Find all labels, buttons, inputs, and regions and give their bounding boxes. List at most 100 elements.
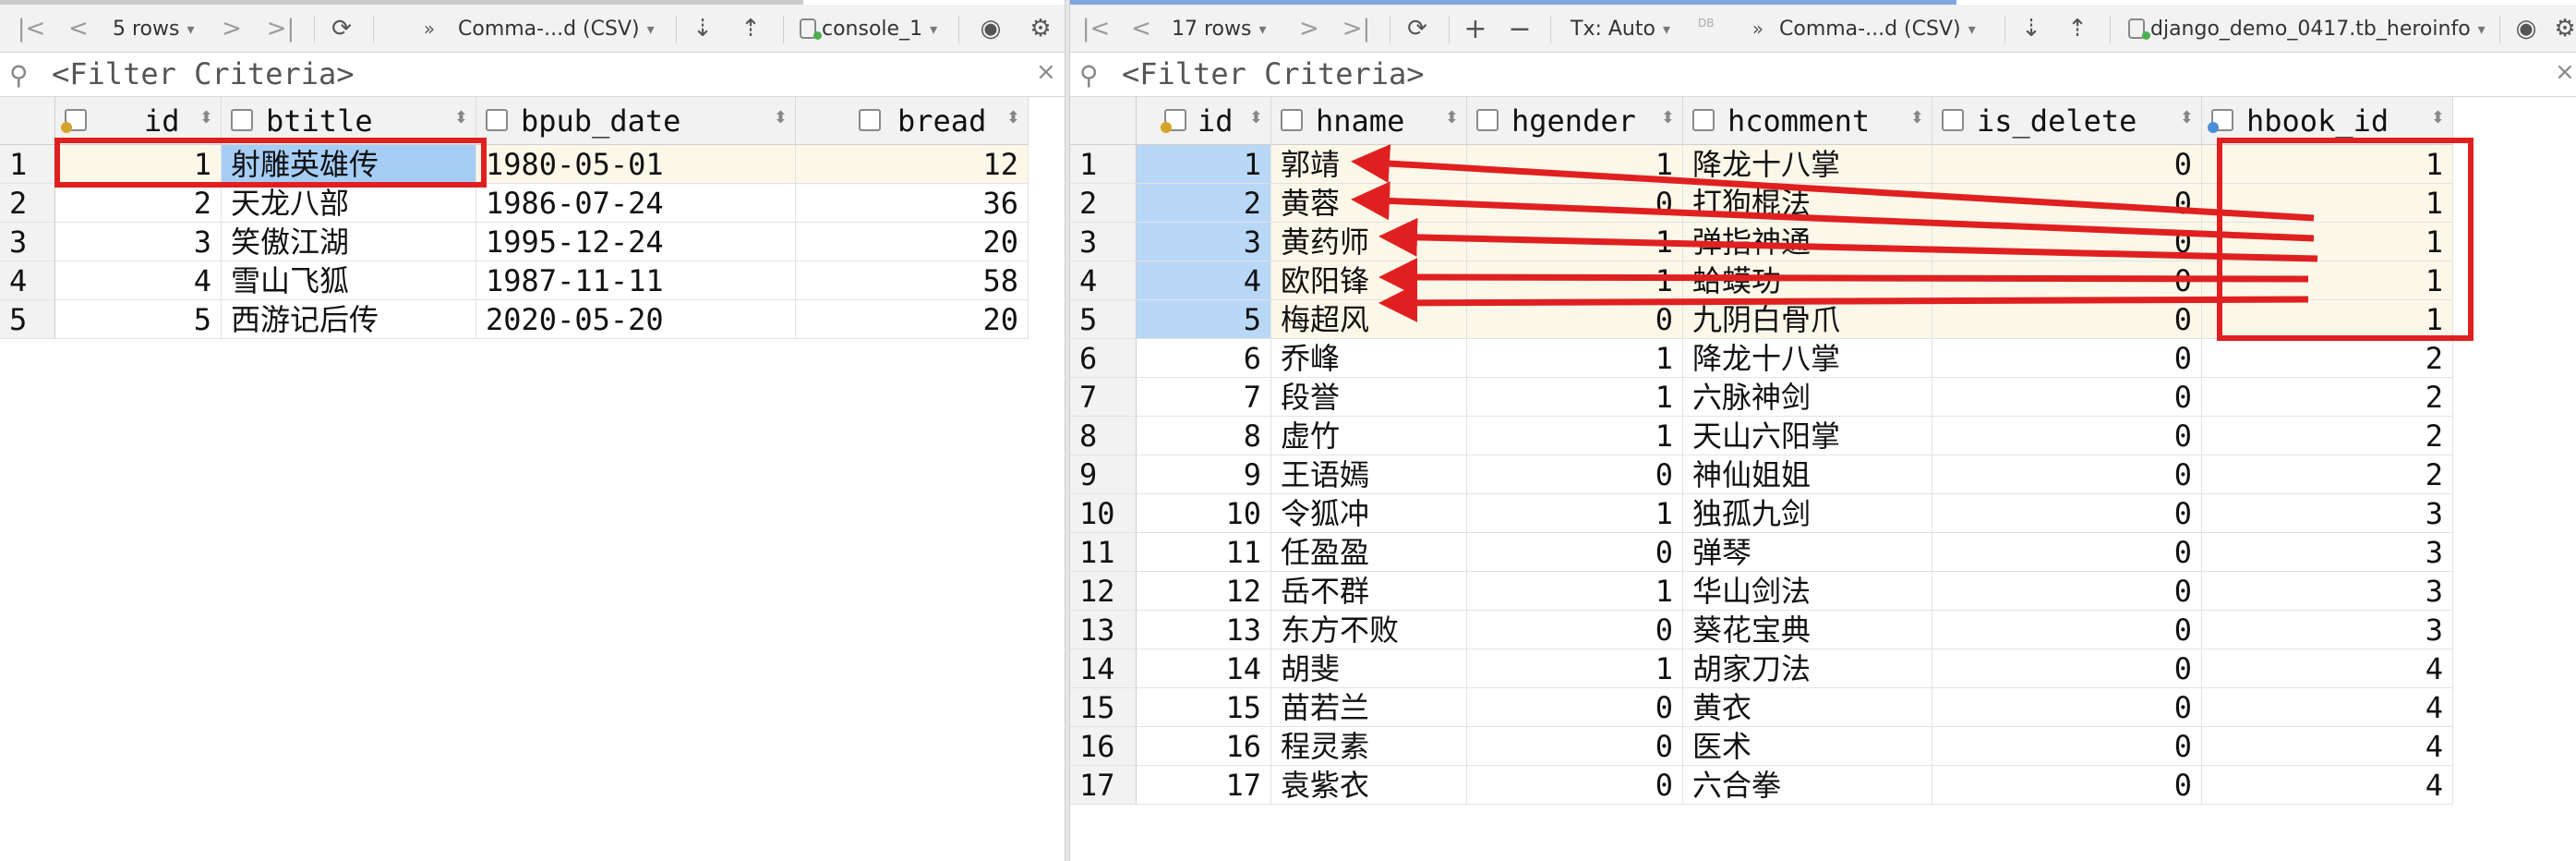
cell-hbook_id[interactable]: 1	[2202, 184, 2453, 223]
clear-filter-icon[interactable]: ×	[1036, 58, 1056, 86]
cell-hname[interactable]: 段誉	[1271, 378, 1467, 417]
cell-hbook_id[interactable]: 1	[2202, 145, 2453, 184]
transaction-mode-dropdown[interactable]: Tx: Auto ▾	[1571, 5, 1670, 53]
cell-hbook_id[interactable]: 2	[2202, 417, 2453, 455]
sort-icon[interactable]: ⬍	[199, 108, 213, 127]
cell-hbook_id[interactable]: 1	[2202, 223, 2453, 261]
cell-hname[interactable]: 郭靖	[1271, 145, 1467, 184]
last-page-icon[interactable]: >|	[264, 5, 297, 53]
cell-id[interactable]: 15	[1137, 688, 1271, 727]
cell-hname[interactable]: 乔峰	[1271, 339, 1467, 378]
cell-hcomment[interactable]: 降龙十八掌	[1683, 339, 1932, 378]
cell-id[interactable]: 14	[1137, 649, 1271, 688]
cell-id[interactable]: 5	[55, 300, 222, 339]
cell-hgender[interactable]: 1	[1467, 572, 1683, 611]
cell-id[interactable]: 5	[1137, 300, 1271, 339]
cell-id[interactable]: 8	[1137, 417, 1271, 455]
cell-hname[interactable]: 梅超风	[1271, 300, 1467, 339]
download-icon[interactable]: ⇣	[687, 5, 718, 53]
sort-icon[interactable]: ⬍	[1661, 108, 1675, 127]
console-selector[interactable]: console_1 ▾	[800, 5, 937, 53]
cell-hbook_id[interactable]: 1	[2202, 300, 2453, 339]
cell-is_delete[interactable]: 0	[1932, 611, 2202, 649]
cell-hbook_id[interactable]: 3	[2202, 611, 2453, 649]
cell-btitle[interactable]: 天龙八部	[222, 184, 476, 223]
sort-icon[interactable]: ⬍	[2431, 108, 2445, 127]
cell-hgender[interactable]: 0	[1467, 300, 1683, 339]
cell-hname[interactable]: 欧阳锋	[1271, 261, 1467, 300]
cell-hgender[interactable]: 1	[1467, 378, 1683, 417]
cell-hcomment[interactable]: 华山剑法	[1683, 572, 1932, 611]
cell-hname[interactable]: 东方不败	[1271, 611, 1467, 649]
cell-is_delete[interactable]: 0	[1932, 300, 2202, 339]
filter-criteria-input[interactable]: <Filter Criteria>	[1122, 56, 1425, 91]
add-row-icon[interactable]: +	[1460, 5, 1491, 53]
cell-hcomment[interactable]: 蛤蟆功	[1683, 261, 1932, 300]
table-selector[interactable]: django_demo_0417.tb_heroinfo ▾	[2128, 5, 2486, 53]
cell-hname[interactable]: 苗若兰	[1271, 688, 1467, 727]
column-header-id[interactable]: id ⬍	[1137, 97, 1271, 145]
cell-hbook_id[interactable]: 3	[2202, 533, 2453, 572]
cell-hgender[interactable]: 1	[1467, 494, 1683, 533]
cell-is_delete[interactable]: 0	[1932, 494, 2202, 533]
cell-hname[interactable]: 程灵素	[1271, 727, 1467, 766]
cell-hcomment[interactable]: 降龙十八掌	[1683, 145, 1932, 184]
cell-bread[interactable]: 20	[796, 223, 1029, 261]
cell-id[interactable]: 9	[1137, 455, 1271, 494]
cell-is_delete[interactable]: 0	[1932, 455, 2202, 494]
cell-is_delete[interactable]: 0	[1932, 533, 2202, 572]
cell-hname[interactable]: 黄蓉	[1271, 184, 1467, 223]
cell-is_delete[interactable]: 0	[1932, 417, 2202, 455]
cell-is_delete[interactable]: 0	[1932, 649, 2202, 688]
right-filter-bar[interactable]: ⚲ <Filter Criteria> ×	[1070, 53, 2576, 97]
more-icon[interactable]: »	[1746, 5, 1770, 53]
cell-hcomment[interactable]: 九阴白骨爪	[1683, 300, 1932, 339]
cell-hbook_id[interactable]: 2	[2202, 339, 2453, 378]
cell-hbook_id[interactable]: 2	[2202, 378, 2453, 417]
cell-hbook_id[interactable]: 3	[2202, 494, 2453, 533]
cell-is_delete[interactable]: 0	[1932, 145, 2202, 184]
left-filter-bar[interactable]: ⚲ <Filter Criteria> ×	[0, 53, 1065, 97]
cell-id[interactable]: 4	[1137, 261, 1271, 300]
cell-hgender[interactable]: 1	[1467, 261, 1683, 300]
upload-icon[interactable]: ⇡	[735, 5, 766, 53]
refresh-icon[interactable]: ⟳	[325, 5, 358, 53]
cell-bread[interactable]: 58	[796, 261, 1029, 300]
cell-id[interactable]: 6	[1137, 339, 1271, 378]
cell-hgender[interactable]: 1	[1467, 649, 1683, 688]
cell-bread[interactable]: 12	[796, 145, 1029, 184]
eye-icon[interactable]: ◉	[2509, 5, 2544, 53]
next-page-icon[interactable]: >	[218, 5, 246, 53]
cell-bpub_date[interactable]: 1995-12-24	[476, 223, 796, 261]
first-page-icon[interactable]: |<	[15, 5, 48, 53]
cell-hcomment[interactable]: 葵花宝典	[1683, 611, 1932, 649]
cell-hbook_id[interactable]: 1	[2202, 261, 2453, 300]
cell-id[interactable]: 7	[1137, 378, 1271, 417]
cell-hname[interactable]: 虚竹	[1271, 417, 1467, 455]
cell-is_delete[interactable]: 0	[1932, 223, 2202, 261]
cell-is_delete[interactable]: 0	[1932, 727, 2202, 766]
gear-icon[interactable]: ⚙	[1023, 5, 1058, 53]
cell-hname[interactable]: 袁紫衣	[1271, 766, 1467, 805]
column-header-hgender[interactable]: hgender ⬍	[1467, 97, 1683, 145]
cell-hname[interactable]: 胡斐	[1271, 649, 1467, 688]
cell-id[interactable]: 3	[55, 223, 222, 261]
sort-icon[interactable]: ⬍	[454, 108, 468, 127]
cell-id[interactable]: 1	[55, 145, 222, 184]
cell-hcomment[interactable]: 独孤九剑	[1683, 494, 1932, 533]
sort-icon[interactable]: ⬍	[1445, 108, 1459, 127]
remove-row-icon[interactable]: −	[1504, 5, 1535, 53]
clear-filter-icon[interactable]: ×	[2555, 58, 2575, 86]
cell-id[interactable]: 17	[1137, 766, 1271, 805]
cell-is_delete[interactable]: 0	[1932, 261, 2202, 300]
sort-icon[interactable]: ⬍	[1249, 108, 1263, 127]
cell-id[interactable]: 12	[1137, 572, 1271, 611]
cell-hcomment[interactable]: 胡家刀法	[1683, 649, 1932, 688]
cell-bread[interactable]: 20	[796, 300, 1029, 339]
cell-hgender[interactable]: 0	[1467, 533, 1683, 572]
cell-hgender[interactable]: 0	[1467, 184, 1683, 223]
cell-id[interactable]: 10	[1137, 494, 1271, 533]
cell-hname[interactable]: 黄药师	[1271, 223, 1467, 261]
cell-hbook_id[interactable]: 4	[2202, 688, 2453, 727]
cell-id[interactable]: 16	[1137, 727, 1271, 766]
